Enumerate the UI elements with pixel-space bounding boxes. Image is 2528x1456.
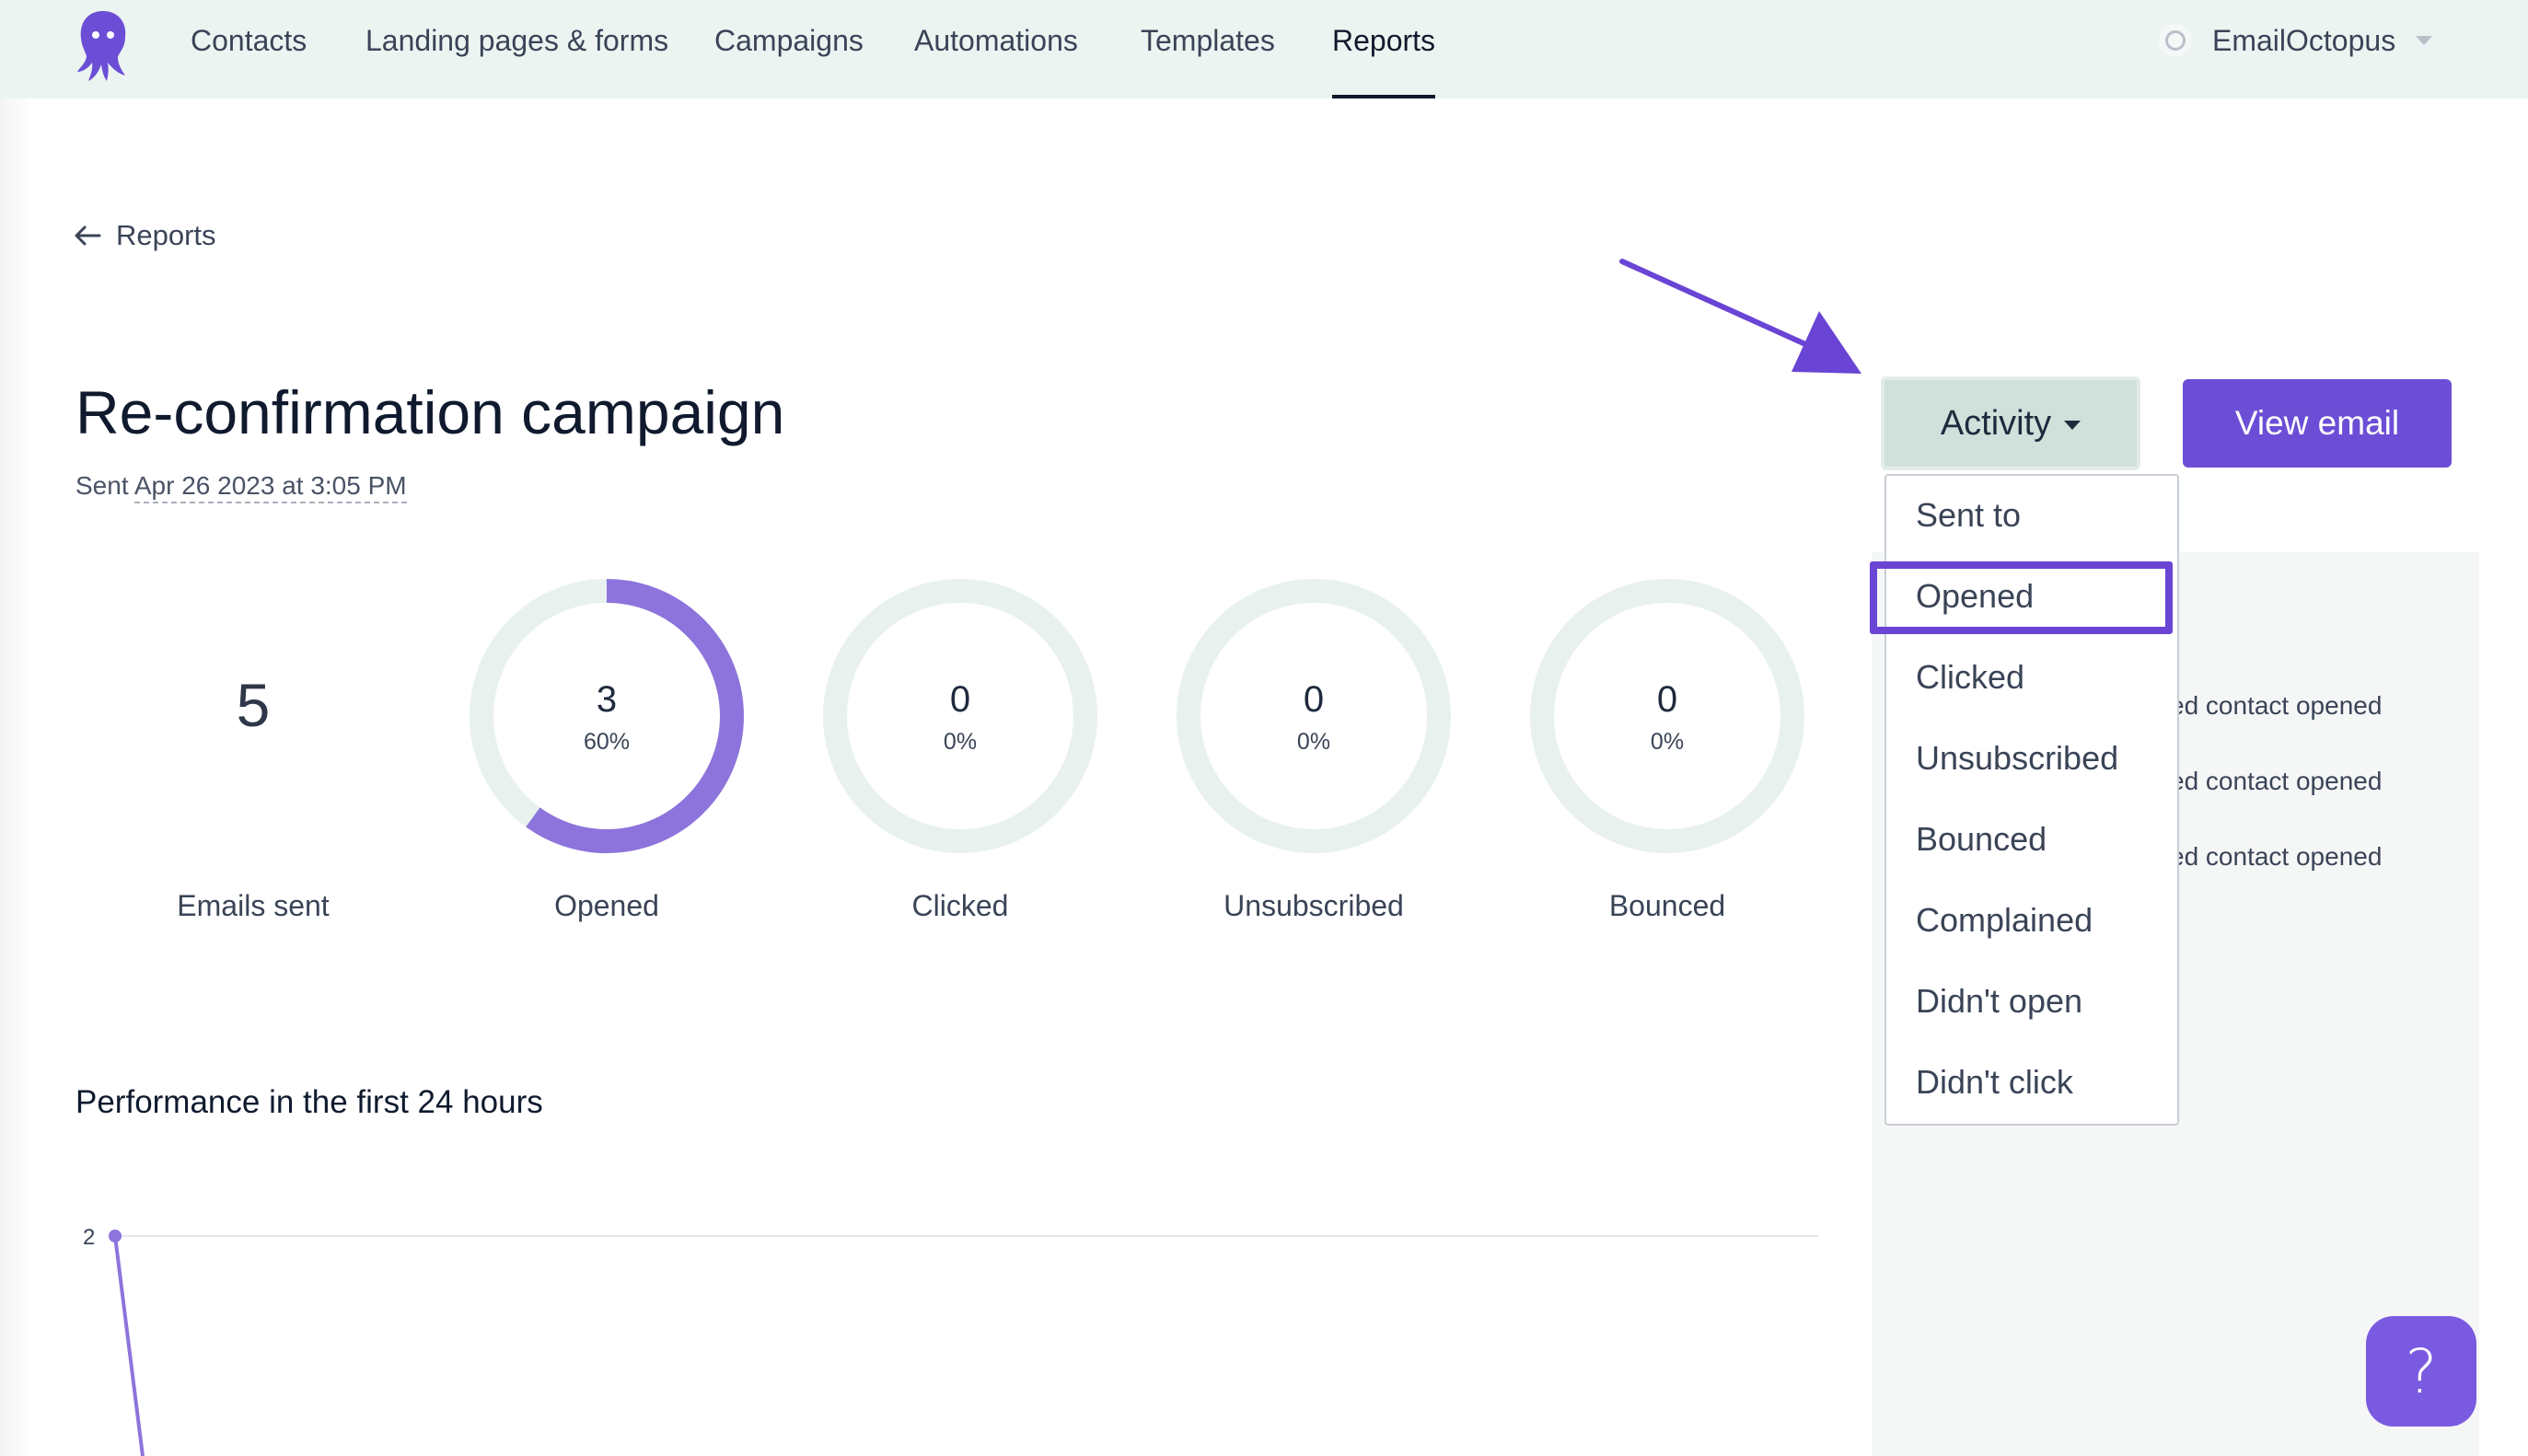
- performance-title: Performance in the first 24 hours: [75, 1084, 543, 1120]
- pointer-arrow-icon: [1619, 259, 1861, 374]
- opened-highlight-annotation: [1870, 561, 2173, 634]
- account-menu[interactable]: EmailOctopus: [2159, 0, 2433, 81]
- opened-label: Opened: [554, 889, 659, 922]
- stat-unsubscribed[interactable]: 0 0% Unsubscribed: [1171, 578, 1456, 937]
- opened-percent: 60%: [583, 729, 631, 755]
- nav-reports[interactable]: Reports: [1332, 0, 1436, 98]
- octopus-logo-icon[interactable]: [74, 7, 133, 83]
- nav-landing-pages-forms[interactable]: Landing pages & forms: [365, 0, 668, 98]
- clicked-count: 0: [949, 679, 971, 720]
- stat-emails-sent: 5 Emails sent: [110, 578, 396, 937]
- stat-bounced[interactable]: 0 0% Bounced: [1525, 578, 1810, 937]
- chevron-down-icon: [2416, 36, 2433, 45]
- nav-contacts[interactable]: Contacts: [191, 0, 307, 98]
- back-link-label: Reports: [116, 219, 216, 251]
- back-to-reports-link[interactable]: Reports: [74, 219, 216, 252]
- view-email-button[interactable]: View email: [2183, 379, 2452, 468]
- account-avatar: [2159, 24, 2192, 57]
- clicked-percent: 0%: [943, 729, 978, 755]
- caret-down-icon: [2064, 421, 2082, 430]
- performance-chart: 2: [83, 1225, 1818, 1456]
- menu-item-clicked[interactable]: Clicked: [1916, 658, 2024, 697]
- top-navigation: Contacts Landing pages & forms Campaigns…: [0, 0, 2528, 98]
- menu-item-didnt-open[interactable]: Didn't open: [1916, 982, 2082, 1021]
- clicked-label: Clicked: [911, 889, 1009, 922]
- y-tick-label: 2: [83, 1225, 95, 1250]
- menu-item-unsubscribed[interactable]: Unsubscribed: [1916, 739, 2118, 778]
- unsubscribed-label: Unsubscribed: [1223, 889, 1404, 922]
- opens-series-point: [109, 1230, 122, 1242]
- help-button[interactable]: ?: [2366, 1316, 2476, 1427]
- opened-count: 3: [596, 679, 618, 720]
- activity-feed-item: ed contact opened: [2170, 842, 2383, 871]
- question-mark-icon: ?: [2405, 1335, 2438, 1407]
- activity-dropdown-button[interactable]: Activity: [1881, 376, 2140, 470]
- activity-feed-item: ed contact opened: [2170, 691, 2383, 720]
- opens-series-line: [113, 1235, 145, 1456]
- nav-templates[interactable]: Templates: [1141, 0, 1275, 98]
- bounced-percent: 0%: [1650, 729, 1685, 755]
- bounced-label: Bounced: [1608, 889, 1726, 922]
- sent-timestamp: Sent Apr 26 2023 at 3:05 PM: [75, 471, 407, 503]
- stat-opened[interactable]: 3 60% Opened: [464, 578, 749, 937]
- emails-sent-value: 5: [236, 671, 271, 739]
- nav-campaigns[interactable]: Campaigns: [714, 0, 864, 98]
- page-title: Re-confirmation campaign: [75, 378, 785, 446]
- sent-date[interactable]: Apr 26 2023 at 3:05 PM: [133, 471, 407, 503]
- activity-feed-item: ed contact opened: [2170, 767, 2383, 795]
- view-email-label: View email: [2234, 404, 2400, 442]
- bounced-count: 0: [1656, 679, 1678, 720]
- account-name: EmailOctopus: [2212, 23, 2396, 57]
- arrow-left-icon: [75, 225, 101, 246]
- emails-sent-label: Emails sent: [177, 889, 330, 922]
- menu-item-didnt-click[interactable]: Didn't click: [1916, 1063, 2073, 1102]
- activity-button-label: Activity: [1940, 403, 2052, 443]
- menu-item-bounced[interactable]: Bounced: [1916, 820, 2047, 859]
- nav-automations[interactable]: Automations: [914, 0, 1078, 98]
- menu-item-complained[interactable]: Complained: [1916, 901, 2093, 940]
- stat-clicked[interactable]: 0 0% Clicked: [818, 578, 1103, 937]
- menu-item-sent-to[interactable]: Sent to: [1916, 496, 2021, 535]
- left-edge-shade: [0, 98, 31, 1456]
- unsubscribed-percent: 0%: [1296, 729, 1331, 755]
- sent-prefix: Sent: [75, 471, 134, 500]
- unsubscribed-count: 0: [1303, 679, 1325, 720]
